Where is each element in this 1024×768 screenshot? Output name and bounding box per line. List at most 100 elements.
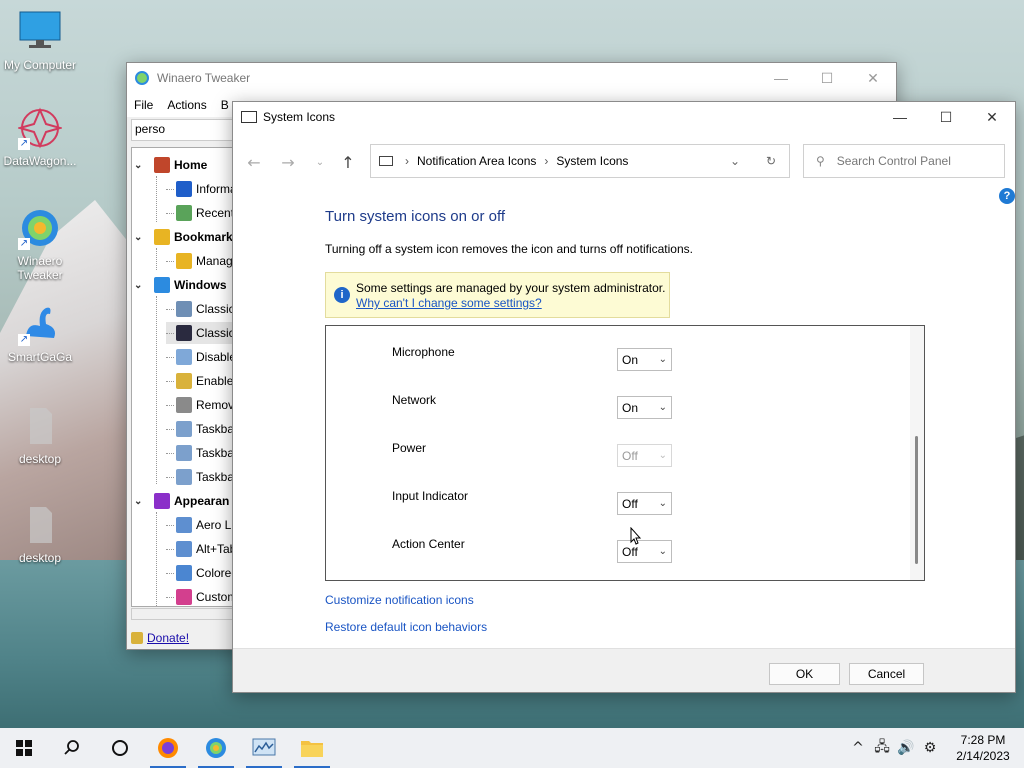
behavior-dropdown[interactable]: On ⌄ [617, 396, 672, 419]
tree-item[interactable]: ⌄ Bookmark [134, 226, 233, 248]
forward-arrow-icon[interactable]: → [271, 145, 305, 179]
tree-expand-chevron-icon[interactable]: ⌄ [134, 232, 146, 243]
tree-item[interactable]: Aero Lit [166, 514, 237, 536]
desktop-icon-my-computer[interactable]: My Computer [0, 10, 80, 72]
tree-item-icon [176, 589, 192, 605]
tree-branch-line [166, 260, 174, 262]
minimize-button[interactable]: — [877, 102, 923, 132]
system-icons-list[interactable]: Action Center Off ⌄ Input Indicator Off ⌄ Powe… [325, 325, 925, 581]
file-icon [18, 404, 62, 448]
tree-item[interactable]: Enable [166, 370, 233, 392]
info-message: Some settings are managed by your system… [356, 281, 666, 295]
taskbar-file-explorer[interactable] [288, 728, 336, 768]
behavior-dropdown[interactable]: Off ⌄ [617, 540, 672, 563]
taskbar-winaero-tweaker[interactable] [192, 728, 240, 768]
taskbar-clock[interactable]: 7:28 PM 2/14/2023 [942, 732, 1024, 764]
desktop-icon-label: SmartGaGa [7, 350, 73, 364]
customize-notification-icons-link[interactable]: Customize notification icons [325, 593, 474, 607]
tree-item[interactable]: ⌄ Windows [134, 274, 227, 296]
chevron-down-icon: ⌄ [658, 402, 667, 413]
task-view-icon [112, 740, 128, 756]
tree-horizontal-scrollbar[interactable] [131, 608, 239, 620]
help-icon[interactable]: ? [999, 188, 1015, 204]
tree-item-icon [154, 277, 170, 293]
ok-button[interactable]: OK [769, 663, 840, 685]
list-vertical-scrollbar[interactable] [910, 326, 924, 580]
up-arrow-icon[interactable]: ↑ [331, 145, 365, 179]
task-view-button[interactable] [96, 728, 144, 768]
system-tray: ^ 🖧 🔊 ⚙ 7:28 PM 2/14/2023 [846, 728, 1024, 768]
tree-connector-line [156, 176, 157, 222]
address-bar[interactable]: › Notification Area Icons › System Icons… [370, 144, 790, 178]
desktop-icon-label: desktop [18, 551, 62, 565]
maximize-button[interactable]: ☐ [923, 102, 969, 132]
desktop-icon-smartgaga[interactable]: ↗ SmartGaGa [0, 302, 80, 364]
tree-item[interactable]: Informa [166, 178, 237, 200]
behavior-dropdown[interactable]: Off ⌄ [617, 492, 672, 515]
system-icons-titlebar[interactable]: System Icons — ☐ ✕ [233, 102, 1015, 132]
dialog-footer: OK Cancel [233, 648, 1015, 692]
desktop-icon-desktop-1[interactable]: desktop [0, 404, 80, 466]
tree-item[interactable]: Taskba [166, 466, 234, 488]
why-cant-i-change-link[interactable]: Why can't I change some settings? [356, 296, 542, 310]
breadcrumb-notification-area-icons[interactable]: Notification Area Icons [417, 154, 536, 168]
taskbar-search-button[interactable] [48, 728, 96, 768]
volume-icon[interactable]: 🔊 [894, 740, 918, 756]
minimize-button[interactable]: — [758, 63, 804, 93]
tree-item[interactable]: Colored [166, 562, 238, 584]
taskbar-firefox[interactable] [144, 728, 192, 768]
tree-item[interactable]: Remov [166, 394, 234, 416]
page-description: Turning off a system icon removes the ic… [325, 242, 693, 256]
restore-default-icon-behaviors-link[interactable]: Restore default icon behaviors [325, 620, 487, 634]
menu-file[interactable]: File [127, 98, 160, 112]
search-icon: ⚲ [816, 154, 825, 168]
scrollbar-thumb[interactable] [915, 436, 918, 564]
desktop-icon-desktop-2[interactable]: desktop [0, 503, 80, 565]
taskbar-monitor-app[interactable] [240, 728, 288, 768]
desktop-icon-label: DataWagon... [3, 154, 77, 168]
show-hidden-icons-chevron-icon[interactable]: ^ [846, 740, 870, 756]
donate-link[interactable]: Donate! [131, 631, 189, 645]
tree-item[interactable]: Alt+Tab [166, 538, 236, 560]
tree-expand-chevron-icon[interactable]: ⌄ [134, 280, 146, 291]
start-button[interactable] [0, 728, 48, 768]
tree-item[interactable]: Manage [166, 250, 238, 272]
tree-item-label: Alt+Tab [196, 542, 237, 556]
tree-item[interactable]: Recent [166, 202, 234, 224]
refresh-icon[interactable]: ↻ [753, 154, 789, 168]
back-arrow-icon[interactable]: ← [237, 145, 271, 179]
tree-item[interactable]: Classic [166, 322, 238, 344]
taskbar: ^ 🖧 🔊 ⚙ 7:28 PM 2/14/2023 [0, 728, 1024, 768]
settings-gear-icon[interactable]: ⚙ [918, 740, 942, 756]
tree-expand-chevron-icon[interactable]: ⌄ [134, 496, 146, 507]
cancel-button[interactable]: Cancel [849, 663, 924, 685]
address-dropdown-chevron-icon[interactable]: ⌄ [717, 154, 753, 168]
tree-item-label: Remov [196, 398, 235, 412]
close-button[interactable]: ✕ [969, 102, 1015, 132]
tree-item[interactable]: Custom [166, 586, 237, 606]
tree-item-icon [176, 541, 192, 557]
tree-item[interactable]: ⌄ Home [134, 154, 207, 176]
close-button[interactable]: ✕ [850, 63, 896, 93]
network-icon[interactable]: 🖧 [870, 736, 894, 760]
tree-item[interactable]: Taskba [166, 418, 234, 440]
breadcrumb-system-icons[interactable]: System Icons [556, 154, 628, 168]
tree-item-label: Recent [196, 206, 235, 220]
winaero-titlebar[interactable]: Winaero Tweaker — ☐ ✕ [127, 63, 896, 93]
desktop-icon-winaero[interactable]: ↗ Winaero Tweaker [0, 206, 80, 282]
winaero-tree[interactable]: ⌄ Home Informa Recent ⌄ Bookmark Manage ⌄ Window… [131, 147, 239, 607]
search-control-panel-input[interactable]: ⚲ Search Control Panel [803, 144, 1005, 178]
tree-item[interactable]: Disable [166, 346, 236, 368]
tree-connector-line [156, 248, 157, 270]
tree-item[interactable]: Taskba [166, 442, 234, 464]
behavior-dropdown[interactable]: On ⌄ [617, 348, 672, 371]
tree-item[interactable]: ⌄ Appearan [134, 490, 229, 512]
winaero-search-input[interactable]: perso [131, 119, 235, 141]
tree-item-label: Home [174, 158, 208, 172]
desktop-icon-datawagon[interactable]: ↗ DataWagon... [0, 106, 80, 168]
tree-expand-chevron-icon[interactable]: ⌄ [134, 160, 146, 171]
tree-item[interactable]: Classic [166, 298, 235, 320]
system-icons-window[interactable]: System Icons — ☐ ✕ ← → ⌄ ↑ › Notificatio… [232, 101, 1016, 693]
menu-actions[interactable]: Actions [160, 98, 213, 112]
maximize-button[interactable]: ☐ [804, 63, 850, 93]
